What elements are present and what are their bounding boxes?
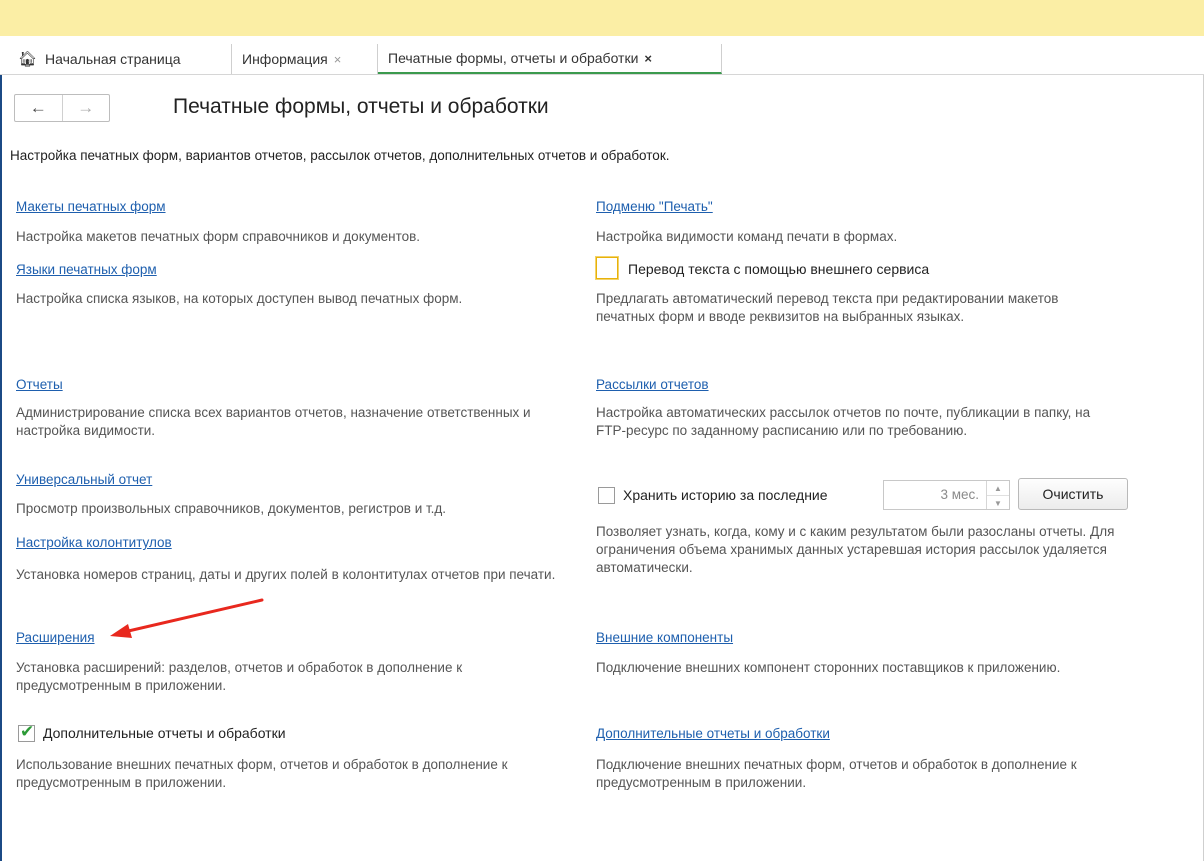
dop-reports-checkbox[interactable] xyxy=(18,722,35,742)
otchety-link[interactable]: Отчеты xyxy=(16,377,63,392)
page-title: Печатные формы, отчеты и обработки xyxy=(173,95,549,118)
tab-print-forms-label: Печатные формы, отчеты и обработки xyxy=(388,50,639,66)
history-period-value: 3 мес. xyxy=(940,487,979,502)
translation-checkbox-label: Перевод текста с помощью внешнего сервис… xyxy=(628,261,930,277)
vneshnie-components-link[interactable]: Внешние компоненты xyxy=(596,630,733,645)
close-icon[interactable]: × xyxy=(644,51,652,66)
tab-print-forms[interactable]: Печатные формы, отчеты и обработки × xyxy=(378,44,722,74)
universal-desc: Просмотр произвольных справочников, доку… xyxy=(16,501,447,516)
podmenu-print-link[interactable]: Подменю "Печать" xyxy=(596,199,713,214)
page-subtitle: Настройка печатных форм, вариантов отчет… xyxy=(10,148,670,163)
otchety-desc: Администрирование списка всех вариантов … xyxy=(16,405,531,438)
tab-info[interactable]: Информация × xyxy=(232,44,378,74)
chevron-down-icon[interactable]: ▼ xyxy=(987,496,1009,510)
top-bar xyxy=(0,0,1204,36)
spin-buttons[interactable]: ▲ ▼ xyxy=(986,481,1009,509)
navigation-buttons: ← → xyxy=(14,94,110,122)
podmenu-print-desc: Настройка видимости команд печати в форм… xyxy=(596,229,898,244)
universal-link[interactable]: Универсальный отчет xyxy=(16,472,152,487)
forward-button[interactable]: → xyxy=(61,95,110,121)
tab-home-label: Начальная страница xyxy=(45,51,181,67)
red-arrow-annotation xyxy=(110,598,264,638)
yazyki-link[interactable]: Языки печатных форм xyxy=(16,262,157,277)
tab-info-label: Информация xyxy=(242,51,328,67)
dop-reports-link[interactable]: Дополнительные отчеты и обработки xyxy=(596,726,830,741)
chevron-up-icon[interactable]: ▲ xyxy=(987,481,1009,496)
yazyki-desc: Настройка списка языков, на которых дост… xyxy=(16,291,463,306)
translation-desc: Предлагать автоматический перевод текста… xyxy=(596,291,1059,324)
clear-button[interactable]: Очистить xyxy=(1018,478,1128,510)
tab-bar: 🏠︎ Начальная страница Информация × Печат… xyxy=(0,36,1204,75)
back-button[interactable]: ← xyxy=(15,95,62,121)
dop-reports-right-desc: Подключение внешних печатных форм, отчет… xyxy=(596,757,1077,790)
window-left-border xyxy=(0,36,2,861)
dop-reports-desc: Использование внешних печатных форм, отч… xyxy=(16,757,508,790)
home-icon: 🏠︎ xyxy=(18,51,38,68)
kolontituly-link[interactable]: Настройка колонтитулов xyxy=(16,535,172,550)
history-desc: Позволяет узнать, когда, кому и с каким … xyxy=(596,524,1115,575)
kolontituly-desc: Установка номеров страниц, даты и других… xyxy=(16,567,556,582)
makety-link[interactable]: Макеты печатных форм xyxy=(16,199,166,214)
history-period-input[interactable]: 3 мес. ▲ ▼ xyxy=(883,480,1010,510)
rasshireniya-link[interactable]: Расширения xyxy=(16,630,95,645)
history-checkbox-label: Хранить историю за последние xyxy=(623,487,828,503)
rassylki-link[interactable]: Рассылки отчетов xyxy=(596,377,709,392)
history-checkbox[interactable] xyxy=(598,487,615,504)
tab-home[interactable]: 🏠︎ Начальная страница xyxy=(8,44,232,74)
vneshnie-components-desc: Подключение внешних компонент сторонних … xyxy=(596,660,1061,675)
rassylki-desc: Настройка автоматических рассылок отчето… xyxy=(596,405,1091,438)
close-icon[interactable]: × xyxy=(334,52,342,67)
translation-checkbox[interactable] xyxy=(596,257,618,279)
dop-reports-checkbox-label: Дополнительные отчеты и обработки xyxy=(43,725,286,741)
rasshireniya-desc: Установка расширений: разделов, отчетов … xyxy=(16,660,463,693)
makety-desc: Настройка макетов печатных форм справочн… xyxy=(16,229,421,244)
